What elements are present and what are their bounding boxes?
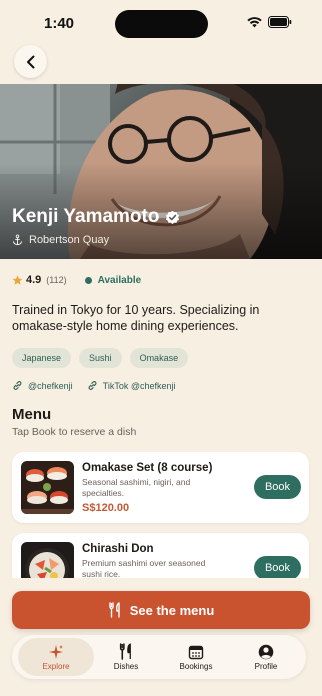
book-button[interactable]: Book [254, 556, 301, 580]
fork-knife-icon [109, 602, 120, 618]
dynamic-island [115, 10, 208, 38]
tab-label: Profile [254, 661, 278, 671]
book-button[interactable]: Book [254, 475, 301, 499]
dish-name: Chirashi Don [82, 543, 154, 555]
chef-location: Robertson Quay [29, 234, 110, 246]
dish-image [21, 461, 74, 514]
fork-knife-icon [119, 643, 131, 660]
chef-location-row: Robertson Quay [12, 234, 109, 246]
rating-row: 4.9 (112) Available [12, 274, 141, 286]
review-count: (112) [46, 275, 67, 285]
social-handle: @chefkenji [28, 380, 73, 391]
chef-name: Kenji Yamamoto [12, 206, 160, 227]
dish-description: Seasonal sashimi, nigiri, and specialtie… [82, 477, 191, 498]
back-button[interactable] [14, 45, 47, 78]
see-menu-button[interactable]: See the menu [12, 591, 310, 629]
tab-bookings[interactable]: Bookings [162, 638, 230, 676]
menu-subtitle: Tap Book to reserve a dish [12, 426, 137, 438]
status-time: 1:40 [44, 15, 75, 32]
status-icons [247, 16, 292, 28]
tab-label: Explore [42, 661, 70, 671]
availability-dot [84, 276, 92, 284]
tab-dishes[interactable]: Dishes [92, 638, 160, 676]
see-menu-label: See the menu [129, 602, 215, 618]
social-handle: TikTok @chefkenji [102, 380, 176, 391]
tag-omakase[interactable]: Omakase [129, 348, 189, 368]
link-icon [88, 381, 97, 390]
sparkle-icon [49, 644, 63, 659]
hero-gradient-overlay [0, 84, 322, 259]
tab-bar: Explore Dishes Bookings Profile [12, 635, 306, 679]
chef-bio: Trained in Tokyo for 10 years. Specializ… [12, 303, 260, 333]
wifi-icon [247, 16, 262, 27]
status-bar: 1:40 [0, 0, 322, 48]
link-icon [13, 381, 22, 390]
tag-japanese[interactable]: Japanese [12, 348, 72, 368]
dish-description: Premium sashimi over seasoned sushi rice… [82, 558, 206, 579]
verified-badge-icon [166, 210, 180, 224]
dish-card[interactable]: Omakase Set (8 course) Seasonal sashimi,… [12, 452, 309, 523]
social-link-tiktok[interactable]: TikTok @chefkenji [87, 380, 176, 391]
rating-value: 4.9 [26, 274, 42, 286]
tab-label: Bookings [179, 661, 213, 671]
tab-explore[interactable]: Explore [18, 638, 94, 676]
social-link-instagram[interactable]: @chefkenji [12, 380, 73, 391]
star-icon [12, 275, 23, 285]
tab-label: Dishes [113, 662, 139, 671]
availability-status: Available [97, 274, 142, 286]
tag-sushi[interactable]: Sushi [79, 348, 122, 368]
chef-name-row: Kenji Yamamoto [12, 206, 180, 228]
sushi-platter-image [21, 461, 74, 514]
chef-hero-photo [0, 84, 322, 259]
chevron-left-icon [26, 55, 34, 68]
dish-price: S$120.00 [82, 502, 130, 514]
tab-profile[interactable]: Profile [232, 638, 300, 676]
cuisine-tags: Japanese Sushi Omakase [12, 348, 189, 368]
person-icon [258, 644, 274, 659]
battery-icon [268, 16, 292, 28]
anchor-icon [12, 234, 23, 246]
dish-name: Omakase Set (8 course) [82, 462, 213, 474]
social-links: @chefkenji TikTok @chefkenji [12, 380, 176, 391]
calendar-icon [188, 645, 204, 659]
menu-heading: Menu [12, 406, 52, 423]
